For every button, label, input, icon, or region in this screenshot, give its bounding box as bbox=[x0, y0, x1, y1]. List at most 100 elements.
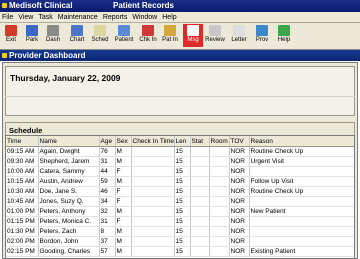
table-cell: NOR bbox=[229, 186, 250, 197]
app-name: Medisoft Clinical bbox=[9, 1, 73, 10]
table-row[interactable]: 09:30 AM Shepherd, Jarem 31 M 15 NOR Urgent Vi… bbox=[6, 156, 354, 167]
column-header-tov[interactable]: TOV bbox=[229, 136, 250, 147]
exit-icon bbox=[5, 25, 17, 36]
table-cell bbox=[190, 176, 210, 187]
dash-button[interactable]: Dash bbox=[43, 24, 63, 47]
table-row[interactable]: 02:15 PM Gooding, Charles 57 M 15 NOR Existing… bbox=[6, 246, 354, 257]
table-cell: 01:00 PM bbox=[6, 206, 39, 217]
table-cell: 01:30 PM bbox=[6, 226, 39, 237]
table-cell: NOR bbox=[229, 166, 250, 177]
table-cell: 32 bbox=[99, 206, 116, 217]
patient-button[interactable]: Patient bbox=[114, 24, 134, 47]
exit-button[interactable]: Exit bbox=[1, 24, 21, 47]
column-header-name[interactable]: Name bbox=[38, 136, 100, 147]
menu-item-reports[interactable]: Reports bbox=[101, 13, 131, 21]
table-row[interactable]: 01:30 PM Peters, Zach 8 M 15 NOR bbox=[6, 226, 354, 237]
table-cell bbox=[190, 226, 210, 237]
table-row[interactable]: 09:15 AM Again, Dwight 76 M 15 NOR Routine Che… bbox=[6, 146, 354, 157]
review-icon bbox=[209, 25, 221, 36]
table-cell: 44 bbox=[99, 166, 116, 177]
table-cell: 09:30 AM bbox=[6, 156, 39, 167]
column-header-stat[interactable]: Stat bbox=[190, 136, 210, 147]
letter-icon bbox=[233, 25, 245, 36]
table-cell: Peters, Monica C. bbox=[38, 216, 100, 227]
table-row[interactable]: 01:15 PM Peters, Monica C. 31 F 15 NOR bbox=[6, 216, 354, 227]
table-cell bbox=[131, 206, 175, 217]
schedule-icon bbox=[94, 25, 106, 36]
table-row[interactable]: 02:00 PM Bordon, John 37 M 15 NOR bbox=[6, 236, 354, 247]
column-header-sex[interactable]: Sex bbox=[115, 136, 132, 147]
pat-in-button[interactable]: Pat In bbox=[160, 24, 180, 47]
table-cell: 15 bbox=[174, 246, 191, 257]
menu-item-task[interactable]: Task bbox=[36, 13, 55, 21]
sched-button[interactable]: Sched bbox=[90, 24, 110, 47]
column-header-check-in-time[interactable]: Check In Time bbox=[131, 136, 175, 147]
park-icon bbox=[26, 25, 38, 36]
table-cell bbox=[131, 246, 175, 257]
toolbar-label: Pat In bbox=[162, 37, 178, 43]
table-row[interactable]: 10:15 AM Austin, Andrew 59 M 15 NOR Follow Up … bbox=[6, 176, 354, 187]
menu-item-help[interactable]: Help bbox=[160, 13, 179, 21]
schedule-grid[interactable]: Time Name Age Sex Check In Time Len Stat Room TO… bbox=[5, 135, 355, 259]
chart-button[interactable]: Chart bbox=[67, 24, 87, 47]
table-cell: 31 bbox=[99, 156, 116, 167]
toolbar-label: Msg bbox=[187, 37, 199, 43]
table-cell: NOR bbox=[229, 216, 250, 227]
table-cell: NOR bbox=[229, 176, 250, 187]
table-cell bbox=[131, 236, 175, 247]
table-cell: 15 bbox=[174, 156, 191, 167]
table-cell: Doe, Jane S. bbox=[38, 186, 100, 197]
table-cell: M bbox=[115, 156, 132, 167]
table-cell bbox=[209, 206, 230, 217]
column-header-len[interactable]: Len bbox=[174, 136, 191, 147]
table-cell bbox=[209, 146, 230, 157]
menu-item-file[interactable]: File bbox=[0, 13, 16, 21]
table-cell: Shepherd, Jarem bbox=[38, 156, 100, 167]
table-cell bbox=[190, 186, 210, 197]
table-cell bbox=[190, 236, 210, 247]
table-row[interactable]: 01:00 PM Peters, Anthony 32 M 15 NOR New Patie… bbox=[6, 206, 354, 217]
toolbar-label: Patient bbox=[114, 37, 134, 43]
menu-item-view[interactable]: View bbox=[16, 13, 36, 21]
table-cell: NOR bbox=[229, 226, 250, 237]
table-cell bbox=[209, 226, 230, 237]
table-cell: M bbox=[115, 146, 132, 157]
menu-item-maintenance[interactable]: Maintenance bbox=[56, 13, 101, 21]
toolbar-label: Help bbox=[277, 37, 291, 43]
menu-item-window[interactable]: Window bbox=[130, 13, 160, 21]
table-row[interactable]: 10:45 AM Jones, Suzy Q. 34 F 15 NOR bbox=[6, 196, 354, 207]
table-cell bbox=[190, 206, 210, 217]
table-cell: 15 bbox=[174, 146, 191, 157]
park-button[interactable]: Park bbox=[22, 24, 42, 47]
column-header-time[interactable]: Time bbox=[6, 136, 39, 147]
column-header-reason[interactable]: Reason bbox=[249, 136, 354, 147]
table-row[interactable]: 10:00 AM Catera, Sammy 44 F 15 NOR bbox=[6, 166, 354, 177]
table-cell bbox=[190, 146, 210, 157]
help-button[interactable]: Help bbox=[274, 24, 294, 47]
table-cell: 15 bbox=[174, 216, 191, 227]
table-cell: 01:15 PM bbox=[6, 216, 39, 227]
dashboard-title: Provider Dashboard bbox=[9, 51, 86, 60]
letter-button[interactable]: Letter bbox=[229, 24, 249, 47]
column-header-room[interactable]: Room bbox=[209, 136, 230, 147]
table-cell bbox=[249, 226, 354, 237]
table-cell: 10:30 AM bbox=[6, 186, 39, 197]
prov-button[interactable]: Prov bbox=[252, 24, 272, 47]
table-cell: NOR bbox=[229, 156, 250, 167]
table-cell: M bbox=[115, 176, 132, 187]
table-cell bbox=[131, 156, 175, 167]
table-row[interactable]: 10:30 AM Doe, Jane S. 46 F 15 NOR Routine Chec… bbox=[6, 186, 354, 197]
review-button[interactable]: Review bbox=[205, 24, 225, 47]
table-cell: F bbox=[115, 216, 132, 227]
table-cell: Follow Up Visit bbox=[249, 176, 354, 187]
column-header-age[interactable]: Age bbox=[99, 136, 116, 147]
table-cell: Again, Dwight bbox=[38, 146, 100, 157]
table-cell bbox=[209, 246, 230, 257]
chk-in-button[interactable]: Chk In bbox=[138, 24, 158, 47]
msg-button[interactable]: Msg bbox=[183, 24, 203, 47]
table-cell: 34 bbox=[99, 196, 116, 207]
table-cell: New Patient bbox=[249, 206, 354, 217]
table-cell bbox=[209, 156, 230, 167]
table-cell: Routine Check Up bbox=[249, 146, 354, 157]
table-cell: 15 bbox=[174, 236, 191, 247]
